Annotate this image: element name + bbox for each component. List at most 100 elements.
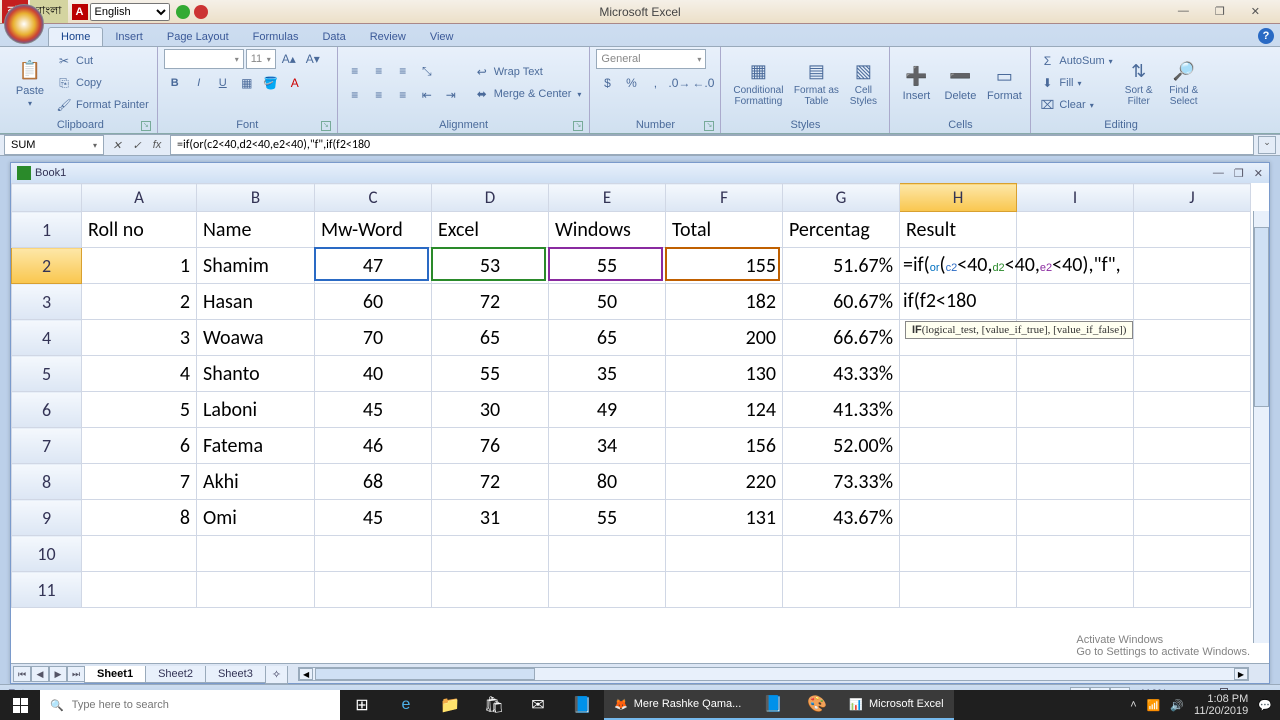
mail-icon[interactable]: ✉ [516,690,560,720]
col-header-A[interactable]: A [82,184,197,212]
header-cell[interactable]: Excel [432,212,549,248]
number-format-select[interactable]: General▾ [596,49,706,69]
cell[interactable]: 1 [82,248,197,284]
app-icon[interactable]: 📘 [560,690,604,720]
header-cell[interactable]: Result [900,212,1017,248]
col-header-F[interactable]: F [666,184,783,212]
cell[interactable] [1134,356,1251,392]
cell[interactable]: 43.33% [783,356,900,392]
store-icon[interactable]: 🛍 [472,690,516,720]
header-cell[interactable]: Name [197,212,315,248]
paste-button[interactable]: 📋Paste▾ [10,50,50,116]
cell[interactable]: 72 [432,284,549,320]
cell[interactable] [666,536,783,572]
sheet-tab[interactable]: Sheet1 [84,666,146,683]
expand-formula-bar[interactable]: ⌄ [1258,136,1276,154]
sort-filter-button[interactable]: ⇅Sort & Filter [1119,50,1159,116]
cell[interactable]: 155 [666,248,783,284]
comma-button[interactable]: , [644,73,666,93]
close-button[interactable]: ✕ [1251,5,1260,18]
cell[interactable] [1134,392,1251,428]
cell[interactable] [1017,356,1134,392]
cell[interactable] [1134,464,1251,500]
cell[interactable]: 40 [315,356,432,392]
cell[interactable] [82,536,197,572]
font-size-select[interactable]: 11▾ [246,49,276,69]
cell[interactable]: 49 [549,392,666,428]
row-header-11[interactable]: 11 [12,572,82,608]
tab-insert[interactable]: Insert [103,28,155,46]
cell[interactable] [1134,320,1251,356]
vertical-scrollbar[interactable] [1253,211,1269,643]
maximize-button[interactable]: ❐ [1215,5,1225,18]
col-header-H[interactable]: H [900,184,1017,212]
row-header-10[interactable]: 10 [12,536,82,572]
cell[interactable]: 80 [549,464,666,500]
font-name-select[interactable]: ▾ [164,49,244,69]
cell[interactable] [1017,392,1134,428]
edge-icon[interactable]: e [384,690,428,720]
cell[interactable]: 76 [432,428,549,464]
cell[interactable] [1017,248,1134,284]
taskbar-item[interactable]: 🎨 [795,690,839,720]
cell[interactable]: 73.33% [783,464,900,500]
cell[interactable]: 70 [315,320,432,356]
clear-button[interactable]: ⌧Clear▾ [1037,95,1114,115]
cell[interactable]: 60 [315,284,432,320]
cell[interactable]: 66.67% [783,320,900,356]
cell[interactable]: 65 [549,320,666,356]
dec-decimal-button[interactable]: ←.0 [692,73,714,93]
cell[interactable] [900,536,1017,572]
cell[interactable] [1134,572,1251,608]
col-header-D[interactable]: D [432,184,549,212]
taskbar-clock[interactable]: 1:08 PM11/20/2019 [1194,693,1248,717]
cell[interactable]: Akhi [197,464,315,500]
book-minimize[interactable]: — [1213,167,1224,180]
minimize-button[interactable]: — [1178,5,1189,18]
taskbar-item[interactable]: 📊Microsoft Excel [839,690,953,720]
cell[interactable]: 47 [315,248,432,284]
cell[interactable]: 55 [549,500,666,536]
cell[interactable]: 35 [549,356,666,392]
lang-dropdown[interactable]: English [90,3,170,21]
orientation-button[interactable]: ⤡ [416,61,438,81]
cell[interactable]: 72 [432,464,549,500]
italic-button[interactable]: I [188,73,210,93]
fill-button[interactable]: ⬇Fill▾ [1037,73,1114,93]
header-cell[interactable]: Windows [549,212,666,248]
cell[interactable]: 41.33% [783,392,900,428]
autosum-button[interactable]: ΣAutoSum▾ [1037,51,1114,71]
cell[interactable] [1017,500,1134,536]
cell[interactable]: Omi [197,500,315,536]
cell[interactable]: Hasan [197,284,315,320]
inc-decimal-button[interactable]: .0→ [668,73,690,93]
cell[interactable] [1017,428,1134,464]
conditional-formatting-button[interactable]: ▦Conditional Formatting [727,50,789,116]
merge-center-button[interactable]: ⬌Merge & Center▾ [472,84,584,104]
tray-chevron-icon[interactable]: ˄ [1130,699,1136,711]
tab-formulas[interactable]: Formulas [241,28,311,46]
cell[interactable]: 8 [82,500,197,536]
tab-view[interactable]: View [418,28,466,46]
cell[interactable] [900,572,1017,608]
explorer-icon[interactable]: 📁 [428,690,472,720]
cell[interactable]: Woawa [197,320,315,356]
cell[interactable]: 45 [315,392,432,428]
align-top-button[interactable]: ≡ [344,61,366,81]
format-painter-button[interactable]: 🖌Format Painter [54,95,151,115]
book-maximize[interactable]: ❐ [1234,167,1244,180]
cell[interactable]: 52.00% [783,428,900,464]
sheet-nav-first[interactable]: ⏮ [13,666,31,682]
col-header-E[interactable]: E [549,184,666,212]
header-cell[interactable]: Roll no [82,212,197,248]
shrink-font-button[interactable]: A▾ [302,49,324,69]
office-button[interactable] [4,4,44,44]
cell[interactable]: 156 [666,428,783,464]
indent-dec-button[interactable]: ⇤ [416,85,438,105]
cell[interactable] [900,464,1017,500]
align-center-button[interactable]: ≡ [368,85,390,105]
cell[interactable] [1134,284,1251,320]
cell[interactable]: Shamim [197,248,315,284]
cell[interactable] [432,572,549,608]
header-cell[interactable]: Total [666,212,783,248]
